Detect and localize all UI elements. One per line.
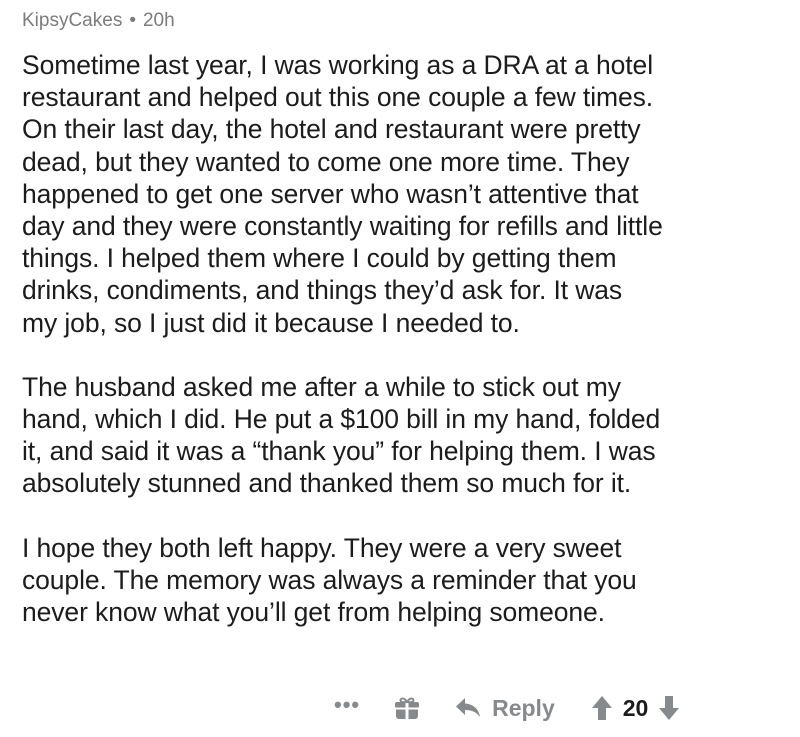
- upvote-arrow-icon[interactable]: [591, 695, 613, 721]
- comment-actions: ••• Reply 20: [334, 688, 680, 728]
- comment-age[interactable]: 20h: [143, 10, 175, 31]
- author-name[interactable]: KipsyCakes: [22, 10, 122, 31]
- vote-controls: 20: [591, 695, 681, 722]
- comment-paragraph: Sometime last year, I was working as a D…: [22, 50, 663, 338]
- reply-label: Reply: [492, 694, 555, 721]
- comment: KipsyCakes • 20h Sometime last year, I was…: [22, 6, 792, 628]
- vote-score: 20: [622, 694, 649, 721]
- comment-paragraph: The husband asked me after a while to st…: [22, 371, 661, 499]
- reply-button[interactable]: Reply: [454, 695, 555, 722]
- comment-paragraph: I hope they both left happy. They were a…: [22, 532, 637, 628]
- downvote-arrow-icon[interactable]: [658, 695, 680, 721]
- gift-icon[interactable]: [394, 695, 420, 721]
- comment-meta: KipsyCakes • 20h: [22, 6, 792, 36]
- reply-arrow-icon: [456, 698, 481, 717]
- meta-separator: •: [129, 10, 136, 31]
- more-options-button[interactable]: •••: [334, 694, 360, 722]
